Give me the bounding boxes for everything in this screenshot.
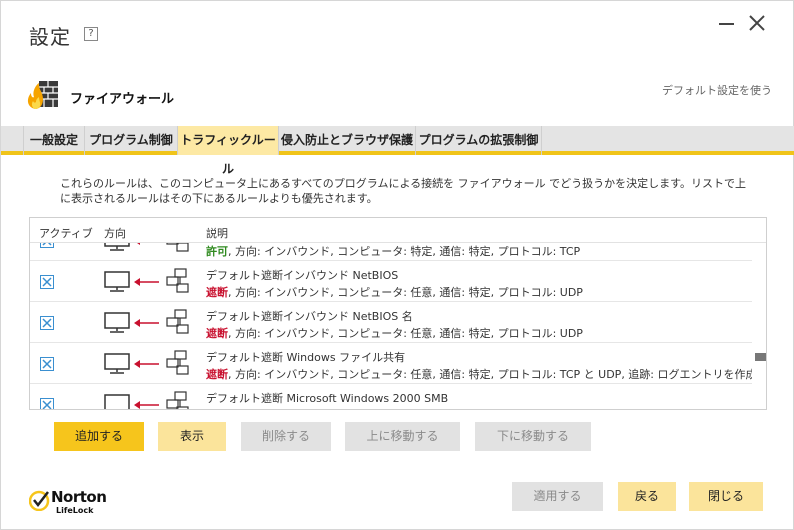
checkbox-check-icon <box>42 359 52 369</box>
rule-action: 遮断 <box>206 327 228 340</box>
network-icon <box>166 350 189 375</box>
active-checkbox[interactable] <box>40 357 54 371</box>
active-checkbox[interactable] <box>40 275 54 289</box>
rule-name: デフォルト遮断インバウンド NetBIOS 名 <box>206 310 413 323</box>
rule-detail: 遮断, 方向: インバウンド, コンピュータ: 任意, 通信: 特定, プロトコ… <box>206 407 752 410</box>
checkbox-check-icon <box>42 277 52 287</box>
rule-detail-text: , 方向: インバウンド, コンピュータ: 任意, 通信: 特定, プロトコル:… <box>228 327 583 340</box>
table-row[interactable]: デフォルト遮断 Windows ファイル共有 遮断, 方向: インバウンド, コン… <box>30 344 752 384</box>
table-row[interactable]: デフォルト遮断インバウンド NetBIOS 名遮断, 方向: インバウンド, コ… <box>30 303 752 343</box>
window-title: 設定 <box>29 25 71 49</box>
move-up-button[interactable]: 上に移動する <box>345 422 460 451</box>
computer-icon <box>104 394 130 409</box>
rule-action: 遮断 <box>206 368 228 381</box>
checkbox-check-icon <box>42 243 52 246</box>
computer-icon <box>104 353 130 374</box>
tab-general[interactable]: 一般設定 <box>23 126 85 155</box>
checkbox-check-icon <box>42 400 52 409</box>
use-defaults-link[interactable]: デフォルト設定を使う <box>662 82 772 98</box>
rule-detail-text: , 方向: インバウンド, コンピュータ: 任意, 通信: 特定, プロトコル:… <box>228 409 752 410</box>
header-direction: 方向 <box>104 227 126 240</box>
brand-name: Norton <box>51 488 107 506</box>
network-icon <box>166 268 189 293</box>
minimize-button[interactable] <box>717 13 737 33</box>
inbound-arrow-icon <box>134 360 159 368</box>
apply-button[interactable]: 適用する <box>512 482 603 511</box>
section-title: ファイアウォール <box>70 92 175 107</box>
rule-detail: 遮断, 方向: インバウンド, コンピュータ: 任意, 通信: 特定, プロトコ… <box>206 366 752 382</box>
table-row[interactable]: デフォルト遮断インバウンド NetBIOS 遮断, 方向: インバウンド, コンピ… <box>30 262 752 302</box>
norton-check-icon <box>29 490 50 511</box>
rule-detail-text: , 方向: インバウンド, コンピュータ: 任意, 通信: 特定, プロトコル:… <box>228 368 752 381</box>
tab-traffic-rules[interactable]: トラフィックルール <box>178 126 279 176</box>
move-down-button[interactable]: 下に移動する <box>475 422 591 451</box>
network-icon <box>166 309 189 334</box>
table-scrollbar[interactable] <box>752 243 766 409</box>
close-icon <box>749 15 765 31</box>
inbound-arrow-icon <box>137 243 140 245</box>
traffic-rules-table: アクティブ 方向 説明 許可, 方向: インバウンド, コンピュータ: 特定, … <box>29 217 767 410</box>
inbound-arrow-icon <box>134 278 159 286</box>
rule-name: デフォルト遮断 Windows ファイル共有 <box>206 351 406 364</box>
firewall-icon <box>27 81 58 109</box>
computer-icon <box>104 271 130 292</box>
brand-sub: LifeLock <box>56 506 94 515</box>
add-rule-button[interactable]: 追加する <box>54 422 144 451</box>
computer-icon <box>104 312 130 333</box>
close-button[interactable]: 閉じる <box>689 482 763 511</box>
rule-action: 遮断 <box>206 286 228 299</box>
rule-detail: 遮断, 方向: インバウンド, コンピュータ: 任意, 通信: 特定, プロトコ… <box>206 284 583 300</box>
close-window-button[interactable] <box>747 13 767 33</box>
table-body: 許可, 方向: インバウンド, コンピュータ: 特定, 通信: 特定, プロトコ… <box>30 243 752 410</box>
network-icon <box>166 243 189 252</box>
rule-detail: 遮断, 方向: インバウンド, コンピュータ: 任意, 通信: 特定, プロトコ… <box>206 325 583 341</box>
table-row[interactable]: 許可, 方向: インバウンド, コンピュータ: 特定, 通信: 特定, プロトコ… <box>30 243 752 261</box>
table-row[interactable]: デフォルト遮断 Microsoft Windows 2000 SMB 遮断, 方向… <box>30 385 752 410</box>
header-active: アクティブ <box>39 227 93 240</box>
network-icon <box>166 391 189 409</box>
tab-program-control[interactable]: プログラム制御 <box>85 126 178 155</box>
active-checkbox[interactable] <box>40 243 54 248</box>
back-button[interactable]: 戻る <box>618 482 676 511</box>
rule-detail: 許可, 方向: インバウンド, コンピュータ: 特定, 通信: 特定, プロトコ… <box>206 243 580 259</box>
rule-action: 遮断 <box>206 409 228 410</box>
active-checkbox[interactable] <box>40 398 54 409</box>
tab-intrusion-browser[interactable]: 侵入防止とブラウザ保護 <box>279 126 416 155</box>
active-checkbox[interactable] <box>40 316 54 330</box>
inbound-arrow-icon <box>134 401 159 409</box>
checkbox-check-icon <box>42 318 52 328</box>
settings-window: 設定 ? ファイアウォール デフォルト設定を使う 一般設定 プログラム制御 トラ… <box>0 0 794 530</box>
rule-detail-text: , 方向: インバウンド, コンピュータ: 任意, 通信: 特定, プロトコル:… <box>228 286 583 299</box>
table-header: アクティブ 方向 説明 <box>30 218 766 243</box>
inbound-arrow-icon <box>134 319 159 327</box>
delete-rule-button[interactable]: 削除する <box>241 422 331 451</box>
tab-advanced-program-control[interactable]: プログラムの拡張制御 <box>416 126 542 155</box>
rule-action: 許可 <box>206 245 228 258</box>
help-icon[interactable]: ? <box>84 27 98 41</box>
scrollbar-thumb[interactable] <box>755 353 766 361</box>
view-rule-button[interactable]: 表示 <box>158 422 226 451</box>
rule-name: デフォルト遮断インバウンド NetBIOS <box>206 269 399 282</box>
computer-icon <box>104 243 130 251</box>
rule-detail-text: , 方向: インバウンド, コンピュータ: 特定, 通信: 特定, プロトコル:… <box>228 245 581 258</box>
norton-logo: Norton LifeLock <box>29 487 119 517</box>
tab-bar: 一般設定 プログラム制御 トラフィックルール 侵入防止とブラウザ保護 プログラム… <box>1 126 794 176</box>
header-description: 説明 <box>206 227 228 240</box>
rule-name: デフォルト遮断 Microsoft Windows 2000 SMB <box>206 392 449 405</box>
rules-description: これらのルールは、このコンピュータ上にあるすべてのプログラムによる接続を ファイ… <box>60 177 747 205</box>
